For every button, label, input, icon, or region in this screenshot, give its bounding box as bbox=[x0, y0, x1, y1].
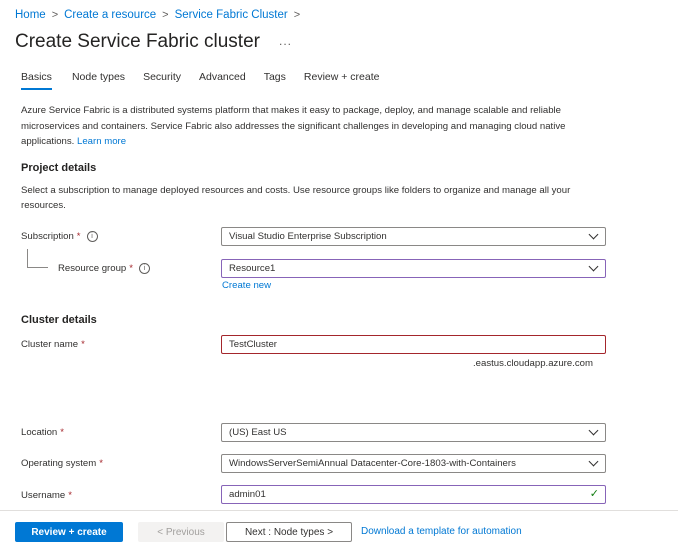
tab-security[interactable]: Security bbox=[143, 71, 181, 90]
cluster-domain-suffix: .eastus.cloudapp.azure.com bbox=[473, 358, 593, 369]
chevron-down-icon bbox=[588, 229, 599, 240]
os-label: Operating system * bbox=[21, 458, 103, 469]
resource-group-label-text: Resource group bbox=[58, 263, 127, 275]
required-marker: * bbox=[99, 458, 103, 469]
required-marker: * bbox=[60, 427, 65, 438]
location-value: (US) East US bbox=[229, 427, 287, 438]
next-node-types-button[interactable]: Next : Node types > bbox=[226, 522, 352, 542]
chevron-right-icon: > bbox=[162, 9, 169, 21]
review-create-button[interactable]: Review + create bbox=[15, 522, 123, 542]
os-select[interactable]: WindowsServerSemiAnnual Datacenter-Core-… bbox=[221, 454, 606, 473]
project-details-heading: Project details bbox=[21, 162, 97, 174]
chevron-right-icon: > bbox=[51, 9, 59, 21]
breadcrumb: Home > Create a resource > Service Fabri… bbox=[15, 9, 306, 21]
chevron-right-icon: > bbox=[293, 9, 301, 21]
cluster-name-label-text: Cluster name bbox=[21, 339, 79, 350]
chevron-down-icon bbox=[588, 456, 599, 467]
breadcrumb-service-fabric[interactable]: Service Fabric Cluster bbox=[175, 9, 288, 21]
cluster-name-value: TestCluster bbox=[229, 339, 277, 350]
username-value: admin01 bbox=[229, 489, 266, 500]
location-label: Location * bbox=[21, 427, 64, 438]
tree-connector bbox=[27, 249, 48, 268]
tab-bar: Basics Node types Security Advanced Tags… bbox=[21, 71, 397, 90]
learn-more-link[interactable]: Learn more bbox=[77, 136, 126, 147]
intro-text: Azure Service Fabric is a distributed sy… bbox=[21, 103, 611, 150]
breadcrumb-create-resource[interactable]: Create a resource bbox=[64, 9, 156, 21]
resource-group-label: Resource group * i bbox=[58, 263, 150, 274]
required-marker: * bbox=[68, 490, 72, 501]
subscription-select[interactable]: Visual Studio Enterprise Subscription bbox=[221, 227, 606, 246]
cluster-details-heading: Cluster details bbox=[21, 314, 97, 326]
create-new-link[interactable]: Create new bbox=[222, 280, 271, 291]
location-select[interactable]: (US) East US bbox=[221, 423, 606, 442]
breadcrumb-home[interactable]: Home bbox=[15, 9, 46, 21]
tab-advanced[interactable]: Advanced bbox=[199, 71, 246, 90]
checkmark-icon: ✓ bbox=[589, 488, 599, 500]
tab-node-types[interactable]: Node types bbox=[72, 71, 125, 90]
location-label-text: Location bbox=[21, 427, 58, 438]
required-marker: * bbox=[129, 263, 133, 275]
cluster-name-input[interactable]: TestCluster bbox=[221, 335, 606, 354]
resource-group-value: Resource1 bbox=[229, 263, 276, 274]
chevron-down-icon bbox=[588, 425, 599, 436]
os-value: WindowsServerSemiAnnual Datacenter-Core-… bbox=[229, 458, 516, 469]
download-template-link[interactable]: Download a template for automation bbox=[361, 526, 522, 537]
subscription-label-text: Subscription bbox=[21, 231, 74, 243]
subscription-label: Subscription * i bbox=[21, 231, 98, 242]
tab-basics[interactable]: Basics bbox=[21, 71, 52, 90]
more-options-icon[interactable]: ... bbox=[279, 34, 292, 48]
cluster-name-label: Cluster name * bbox=[21, 339, 85, 350]
chevron-down-icon bbox=[588, 261, 599, 272]
required-marker: * bbox=[76, 231, 81, 243]
project-details-description: Select a subscription to manage deployed… bbox=[21, 185, 571, 211]
footer-divider bbox=[0, 510, 678, 511]
required-marker: * bbox=[81, 339, 85, 350]
os-label-text: Operating system bbox=[21, 458, 97, 469]
username-label: Username * bbox=[21, 490, 72, 501]
username-label-text: Username bbox=[21, 490, 66, 501]
subscription-value: Visual Studio Enterprise Subscription bbox=[229, 231, 387, 242]
info-icon[interactable]: i bbox=[86, 231, 98, 242]
tab-review-create[interactable]: Review + create bbox=[304, 71, 380, 90]
info-icon[interactable]: i bbox=[139, 263, 150, 274]
tab-tags[interactable]: Tags bbox=[264, 71, 286, 90]
resource-group-select[interactable]: Resource1 bbox=[221, 259, 606, 278]
username-input[interactable]: admin01 ✓ bbox=[221, 485, 606, 504]
previous-button[interactable]: < Previous bbox=[138, 522, 224, 542]
page-title: Create Service Fabric cluster bbox=[15, 31, 260, 52]
